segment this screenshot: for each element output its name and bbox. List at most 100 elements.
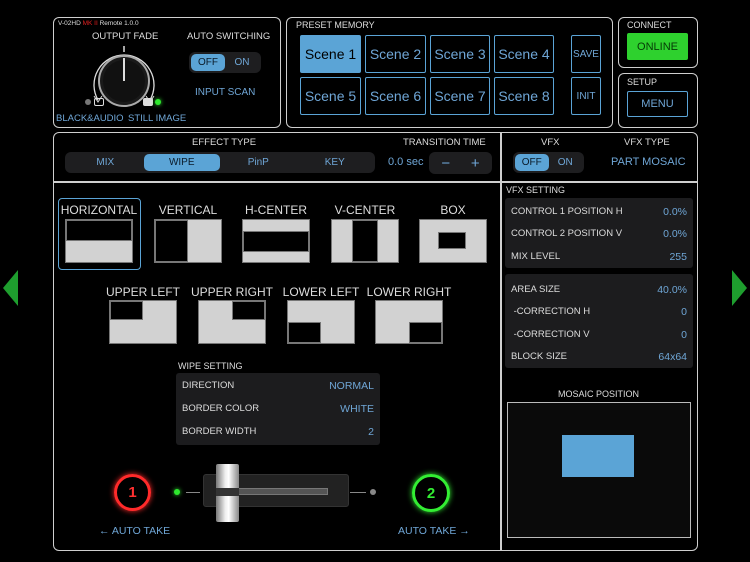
version-mk: MK II bbox=[82, 20, 98, 27]
vfx-type-value[interactable]: PART MOSAIC bbox=[611, 156, 686, 168]
fader-handle[interactable] bbox=[216, 464, 239, 522]
control-2-row[interactable]: CONTROL 2 POSITION V 0.0% bbox=[511, 228, 687, 240]
upper-left-pattern-icon bbox=[109, 300, 177, 344]
connect-title: CONNECT bbox=[627, 20, 672, 30]
channel-1-indicator bbox=[174, 489, 180, 495]
divider bbox=[500, 132, 502, 551]
lower-right-pattern-icon bbox=[375, 300, 443, 344]
fader-line bbox=[350, 492, 366, 493]
setting-label: MIX LEVEL bbox=[511, 251, 561, 262]
setting-value: 255 bbox=[669, 251, 687, 263]
auto-switching-on[interactable]: ON bbox=[225, 54, 259, 71]
black-indicator-icon bbox=[94, 98, 104, 106]
scene-5-button[interactable]: Scene 5 bbox=[300, 77, 361, 115]
setting-label: BORDER COLOR bbox=[182, 403, 260, 414]
pattern-label: UPPER RIGHT bbox=[190, 285, 273, 299]
setting-value: 0 bbox=[681, 306, 687, 318]
channel-2-indicator bbox=[370, 489, 376, 495]
still-image-button[interactable]: STILL IMAGE bbox=[128, 113, 186, 124]
scene-2-button[interactable]: Scene 2 bbox=[365, 35, 426, 73]
setting-value: WHITE bbox=[340, 403, 374, 415]
app-version: V-02HD MK II Remote 1.0.0 bbox=[58, 20, 139, 27]
version-model: V-02HD bbox=[58, 20, 81, 27]
auto-switching-off[interactable]: OFF bbox=[191, 54, 225, 71]
mosaic-area[interactable] bbox=[562, 435, 634, 477]
input-scan-button[interactable]: INPUT SCAN bbox=[195, 87, 255, 98]
setting-value: NORMAL bbox=[329, 380, 374, 392]
setting-label: CONTROL 2 POSITION V bbox=[511, 228, 623, 239]
version-text: Remote 1.0.0 bbox=[99, 20, 139, 27]
still-indicator-icon bbox=[143, 98, 153, 106]
output-panel: V-02HD MK II Remote 1.0.0 OUTPUT FADE BL… bbox=[53, 17, 281, 128]
mosaic-position-pad[interactable] bbox=[507, 402, 691, 538]
effect-wipe[interactable]: WIPE bbox=[143, 154, 220, 171]
pattern-label: V-CENTER bbox=[334, 203, 396, 217]
still-indicator-dot bbox=[155, 99, 161, 105]
setting-label: -CORRECTION V bbox=[511, 329, 590, 340]
divider bbox=[53, 181, 698, 183]
pattern-label: UPPER LEFT bbox=[105, 285, 180, 299]
init-button[interactable]: INIT bbox=[571, 77, 601, 115]
channel-1-button[interactable]: 1 bbox=[114, 474, 151, 511]
setting-label: CONTROL 1 POSITION H bbox=[511, 206, 623, 217]
vfx-off[interactable]: OFF bbox=[515, 154, 549, 171]
black-indicator-dot bbox=[85, 99, 91, 105]
transition-time-stepper[interactable]: − + bbox=[429, 152, 492, 174]
correction-h-row[interactable]: -CORRECTION H 0 bbox=[511, 306, 687, 318]
save-button[interactable]: SAVE bbox=[571, 35, 601, 73]
online-button[interactable]: ONLINE bbox=[627, 33, 688, 60]
setting-label: -CORRECTION H bbox=[511, 306, 591, 317]
block-size-row[interactable]: BLOCK SIZE 64x64 bbox=[511, 351, 687, 363]
auto-switching-toggle[interactable]: OFF ON bbox=[189, 52, 261, 73]
scene-8-button[interactable]: Scene 8 bbox=[494, 77, 554, 115]
setting-label: DIRECTION bbox=[182, 380, 235, 391]
lower-left-pattern-icon bbox=[287, 300, 355, 344]
scene-1-button[interactable]: Scene 1 bbox=[300, 35, 361, 73]
scene-4-button[interactable]: Scene 4 bbox=[494, 35, 554, 73]
vfx-title: VFX bbox=[541, 137, 560, 148]
vfx-on[interactable]: ON bbox=[549, 154, 583, 171]
effect-mix[interactable]: MIX bbox=[67, 154, 144, 171]
v-center-pattern-icon bbox=[331, 219, 399, 263]
mix-level-row[interactable]: MIX LEVEL 255 bbox=[511, 251, 687, 263]
direction-row[interactable]: DIRECTION NORMAL bbox=[182, 380, 374, 392]
setting-value: 2 bbox=[368, 426, 374, 438]
vfx-setting-group-2: AREA SIZE 40.0% -CORRECTION H 0 -CORRECTIO… bbox=[505, 274, 693, 368]
correction-v-row[interactable]: -CORRECTION V 0 bbox=[511, 329, 687, 341]
wipe-setting-title: WIPE SETTING bbox=[178, 361, 243, 371]
border-color-row[interactable]: BORDER COLOR WHITE bbox=[182, 403, 374, 415]
pattern-label: VERTICAL bbox=[158, 203, 218, 217]
pattern-label: H-CENTER bbox=[245, 203, 307, 217]
setting-value: 0 bbox=[681, 329, 687, 341]
scene-7-button[interactable]: Scene 7 bbox=[430, 77, 490, 115]
scene-6-button[interactable]: Scene 6 bbox=[365, 77, 426, 115]
pattern-label: BOX bbox=[440, 203, 466, 217]
vfx-toggle[interactable]: OFF ON bbox=[513, 152, 584, 173]
black-audio-button[interactable]: BLACK&AUDIO bbox=[56, 113, 124, 124]
auto-switching-label: AUTO SWITCHING bbox=[187, 31, 271, 42]
h-center-pattern-icon bbox=[242, 219, 310, 263]
vertical-pattern-icon bbox=[154, 219, 222, 263]
effect-pinp[interactable]: PinP bbox=[220, 154, 297, 171]
decrement-button[interactable]: − bbox=[431, 154, 461, 172]
setting-value: 0.0% bbox=[663, 206, 687, 218]
auto-take-left-button[interactable]: ← AUTO TAKE bbox=[99, 525, 170, 537]
preset-memory-title: PRESET MEMORY bbox=[296, 20, 375, 30]
pattern-label: LOWER RIGHT bbox=[366, 285, 452, 299]
channel-2-button[interactable]: 2 bbox=[412, 474, 450, 512]
prev-page-arrow-icon[interactable] bbox=[3, 270, 18, 306]
menu-button[interactable]: MENU bbox=[627, 91, 688, 117]
scene-3-button[interactable]: Scene 3 bbox=[430, 35, 490, 73]
vfx-setting-title: VFX SETTING bbox=[506, 185, 566, 195]
effect-type-title: EFFECT TYPE bbox=[192, 137, 257, 148]
next-page-arrow-icon[interactable] bbox=[732, 270, 747, 306]
increment-button[interactable]: + bbox=[461, 154, 491, 172]
effect-key[interactable]: KEY bbox=[297, 154, 374, 171]
effect-type-selector[interactable]: MIX WIPE PinP KEY bbox=[65, 152, 375, 173]
setting-label: BORDER WIDTH bbox=[182, 426, 257, 437]
control-1-row[interactable]: CONTROL 1 POSITION H 0.0% bbox=[511, 206, 687, 218]
auto-take-right-button[interactable]: AUTO TAKE → bbox=[398, 525, 470, 537]
border-width-row[interactable]: BORDER WIDTH 2 bbox=[182, 426, 374, 438]
area-size-row[interactable]: AREA SIZE 40.0% bbox=[511, 284, 687, 296]
vfx-setting-group-1: CONTROL 1 POSITION H 0.0% CONTROL 2 POSIT… bbox=[505, 198, 693, 268]
